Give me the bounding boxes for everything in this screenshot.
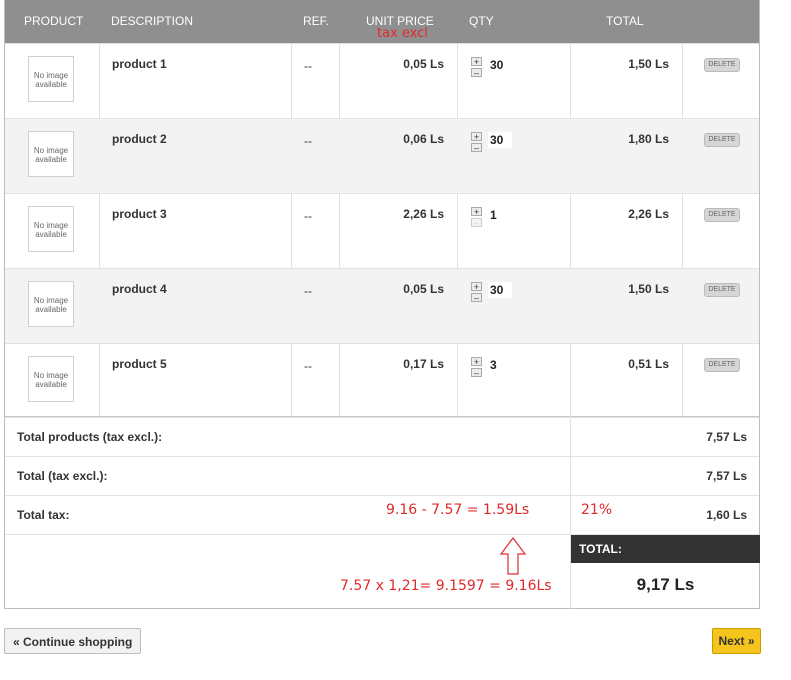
line-total: 1,50 Ls [628, 282, 669, 296]
delete-button[interactable]: DELETE [704, 133, 740, 147]
line-total: 2,26 Ls [628, 207, 669, 221]
table-row: No image available product 4 -- 0,05 Ls +… [5, 268, 759, 343]
product-name[interactable]: product 2 [112, 132, 167, 146]
total-products-label: Total products (tax excl.): [17, 430, 163, 444]
grand-total-header: TOTAL: [571, 535, 760, 563]
qty-decrease-button[interactable]: – [471, 218, 482, 228]
product-image[interactable]: No image available [28, 131, 74, 177]
qty-increase-button[interactable]: + [471, 132, 482, 142]
tax-value: 1,60 Ls [706, 508, 747, 522]
annotation-tax-excl: tax excl [377, 26, 428, 41]
tax-label: Total tax: [17, 508, 70, 522]
line-total: 1,50 Ls [628, 57, 669, 71]
table-row: No image available product 1 -- 0,05 Ls +… [5, 43, 759, 118]
cart-table: PRODUCT DESCRIPTION REF. UNIT PRICE QTY … [4, 0, 760, 609]
qty-decrease-button[interactable]: – [471, 293, 482, 303]
continue-shopping-button[interactable]: « Continue shopping [4, 628, 142, 654]
product-name[interactable]: product 3 [112, 207, 167, 221]
delete-button[interactable]: DELETE [704, 283, 740, 297]
qty-value[interactable]: 1 [488, 207, 512, 223]
product-image[interactable]: No image available [28, 356, 74, 402]
summary-total-products: Total products (tax excl.): 7,57 Ls [5, 417, 759, 456]
line-total: 0,51 Ls [628, 357, 669, 371]
product-ref: -- [304, 284, 312, 298]
line-total: 1,80 Ls [628, 132, 669, 146]
header-ref: REF. [303, 14, 330, 28]
unit-price: 2,26 Ls [403, 207, 444, 221]
product-ref: -- [304, 209, 312, 223]
table-row: No image available product 5 -- 0,17 Ls +… [5, 343, 759, 418]
delete-button[interactable]: DELETE [704, 58, 740, 72]
annotation-tax-rate: 21% [581, 502, 613, 518]
summary-total: Total (tax excl.): 7,57 Ls [5, 456, 759, 495]
product-image[interactable]: No image available [28, 56, 74, 102]
header-total: TOTAL [606, 14, 644, 28]
delete-button[interactable]: DELETE [704, 208, 740, 222]
total-excl-label: Total (tax excl.): [17, 469, 108, 483]
qty-value[interactable]: 3 [488, 357, 512, 373]
next-button[interactable]: Next » [712, 628, 761, 654]
product-ref: -- [304, 134, 312, 148]
product-ref: -- [304, 359, 312, 373]
product-image[interactable]: No image available [28, 206, 74, 252]
qty-value[interactable]: 30 [488, 282, 512, 298]
product-name[interactable]: product 4 [112, 282, 167, 296]
unit-price: 0,05 Ls [403, 57, 444, 71]
product-name[interactable]: product 5 [112, 357, 167, 371]
table-row: No image available product 2 -- 0,06 Ls +… [5, 118, 759, 193]
unit-price: 0,17 Ls [403, 357, 444, 371]
grand-total-value: 9,17 Ls [636, 575, 695, 594]
qty-value[interactable]: 30 [488, 132, 512, 148]
product-ref: -- [304, 59, 312, 73]
qty-increase-button[interactable]: + [471, 57, 482, 67]
qty-increase-button[interactable]: + [471, 207, 482, 217]
delete-button[interactable]: DELETE [704, 358, 740, 372]
unit-price: 0,06 Ls [403, 132, 444, 146]
total-excl-value: 7,57 Ls [706, 469, 747, 483]
annotation-tax-calc: 9.16 - 7.57 = 1.59Ls [386, 502, 530, 518]
grand-total-label: TOTAL: [579, 542, 622, 556]
product-image[interactable]: No image available [28, 281, 74, 327]
unit-price: 0,05 Ls [403, 282, 444, 296]
header-description: DESCRIPTION [111, 14, 194, 28]
header-qty: QTY [469, 14, 494, 28]
product-name[interactable]: product 1 [112, 57, 167, 71]
qty-value[interactable]: 30 [488, 57, 512, 73]
arrow-up-icon [499, 537, 527, 575]
qty-increase-button[interactable]: + [471, 357, 482, 367]
qty-decrease-button[interactable]: – [471, 143, 482, 153]
qty-increase-button[interactable]: + [471, 282, 482, 292]
summary-tax: Total tax: 1,60 Ls [5, 495, 759, 534]
header-product: PRODUCT [24, 14, 84, 28]
qty-decrease-button[interactable]: – [471, 68, 482, 78]
total-products-value: 7,57 Ls [706, 430, 747, 444]
annotation-total-calc: 7.57 x 1,21= 9.1597 = 9.16Ls [340, 578, 552, 594]
table-row: No image available product 3 -- 2,26 Ls +… [5, 193, 759, 268]
qty-decrease-button[interactable]: – [471, 368, 482, 378]
